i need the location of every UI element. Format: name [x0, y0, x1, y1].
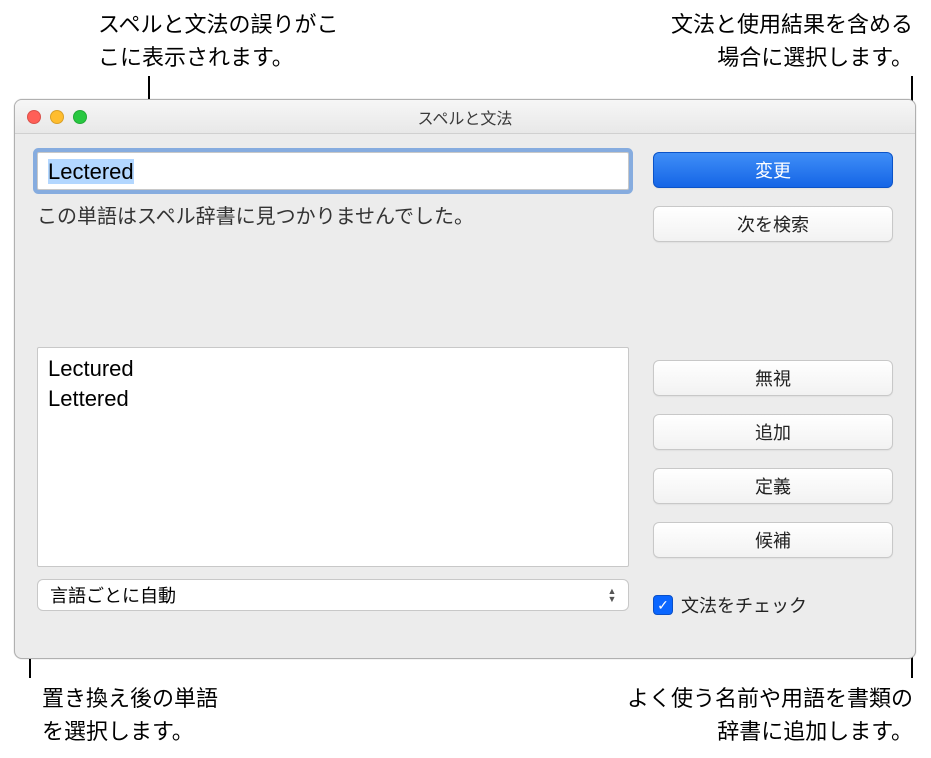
- window-title: スペルと文法: [15, 105, 915, 129]
- language-select[interactable]: 言語ごとに自動 ▲▼: [37, 579, 629, 611]
- callout-bottom-right: よく使う名前や用語を書類の 辞書に追加します。: [627, 682, 913, 748]
- not-found-message: この単語はスペル辞書に見つかりませんでした。: [37, 200, 629, 229]
- checkbox-checked-icon[interactable]: ✓: [653, 595, 673, 615]
- misspelled-word-field[interactable]: Lectered: [37, 152, 629, 190]
- list-item[interactable]: Lectured: [48, 354, 618, 384]
- misspelled-word: Lectered: [48, 159, 134, 184]
- left-column: Lectered この単語はスペル辞書に見つかりませんでした。 Lectured…: [37, 152, 629, 640]
- ignore-button[interactable]: 無視: [653, 360, 893, 396]
- chevron-up-down-icon: ▲▼: [602, 584, 622, 606]
- right-column: 変更 次を検索 無視 追加 定義 候補 ✓ 文法をチェック: [653, 152, 893, 640]
- spelling-grammar-window: スペルと文法 Lectered この単語はスペル辞書に見つかりませんでした。 L…: [14, 99, 916, 659]
- titlebar: スペルと文法: [15, 100, 915, 134]
- callout-top-right: 文法と使用結果を含める 場合に選択します。: [671, 8, 913, 74]
- window-body: Lectered この単語はスペル辞書に見つかりませんでした。 Lectured…: [15, 134, 915, 658]
- list-item[interactable]: Lettered: [48, 384, 618, 414]
- minimize-icon[interactable]: [50, 110, 64, 124]
- maximize-icon[interactable]: [73, 110, 87, 124]
- callout-bottom-left: 置き換え後の単語 を選択します。: [42, 682, 218, 748]
- traffic-lights: [27, 110, 87, 124]
- learn-button[interactable]: 追加: [653, 414, 893, 450]
- close-icon[interactable]: [27, 110, 41, 124]
- check-grammar-label: 文法をチェック: [681, 592, 807, 618]
- suggestions-list[interactable]: Lectured Lettered: [37, 347, 629, 567]
- guesses-button[interactable]: 候補: [653, 522, 893, 558]
- callout-top-left: スペルと文法の誤りがこ こに表示されます。: [98, 8, 338, 74]
- language-select-label: 言語ごとに自動: [50, 582, 176, 608]
- find-next-button[interactable]: 次を検索: [653, 206, 893, 242]
- define-button[interactable]: 定義: [653, 468, 893, 504]
- change-button[interactable]: 変更: [653, 152, 893, 188]
- check-grammar-row[interactable]: ✓ 文法をチェック: [653, 592, 893, 618]
- bottom-row: 言語ごとに自動 ▲▼: [37, 579, 629, 611]
